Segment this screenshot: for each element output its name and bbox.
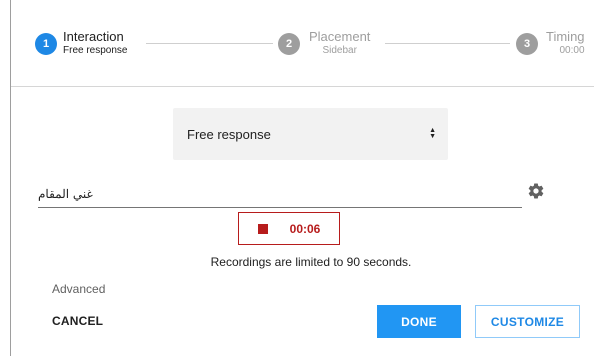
step-title: Timing <box>546 29 585 44</box>
question-input[interactable]: غني المقام <box>38 180 522 208</box>
step-title: Interaction <box>63 29 124 44</box>
interaction-type-select[interactable]: Free response ▲ ▼ <box>173 108 448 160</box>
gear-icon[interactable] <box>527 182 545 200</box>
recording-limit-note: Recordings are limited to 90 seconds. <box>210 255 412 269</box>
stop-recording-button[interactable]: 00:06 <box>238 212 340 245</box>
customize-button[interactable]: CUSTOMIZE <box>475 305 580 338</box>
stop-icon <box>257 223 268 234</box>
step-subtitle: Sidebar <box>322 45 357 56</box>
recording-timer: 00:06 <box>289 221 321 236</box>
step-connector <box>146 43 273 44</box>
step-interaction[interactable]: 1 Interaction Free response <box>35 29 127 58</box>
step-placement[interactable]: 2 Placement Sidebar <box>278 29 370 58</box>
interaction-editor: 1 Interaction Free response 2 Placement … <box>0 0 594 356</box>
step-title: Placement <box>309 29 371 44</box>
step-number-badge: 3 <box>516 32 538 55</box>
sort-arrows-icon: ▲ ▼ <box>429 127 436 140</box>
step-timing[interactable]: 3 Timing 00:00 <box>516 29 585 58</box>
select-value: Free response <box>187 126 271 142</box>
stepper: 1 Interaction Free response 2 Placement … <box>11 0 594 87</box>
cancel-button[interactable]: CANCEL <box>52 307 103 335</box>
step-subtitle: 00:00 <box>559 45 585 56</box>
step-number-badge: 2 <box>278 32 300 55</box>
step-number-badge: 1 <box>35 32 57 55</box>
done-button[interactable]: DONE <box>377 305 461 338</box>
question-input-value: غني المقام <box>38 186 93 201</box>
advanced-link[interactable]: Advanced <box>52 282 105 296</box>
step-connector <box>385 43 510 44</box>
step-subtitle: Free response <box>63 45 128 56</box>
